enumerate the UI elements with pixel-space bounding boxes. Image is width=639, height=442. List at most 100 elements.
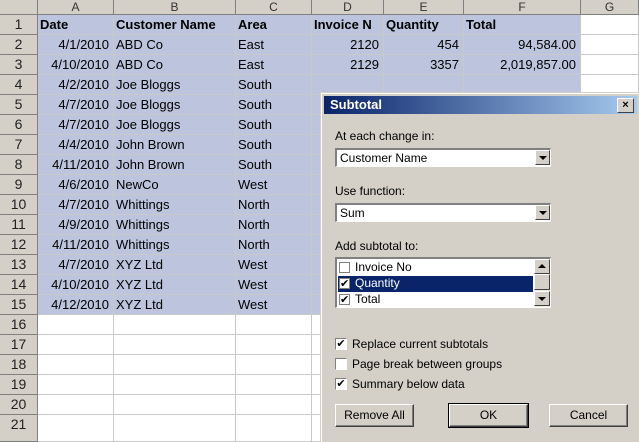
row-header[interactable]: 7 — [0, 135, 38, 155]
row-header[interactable]: 21 — [0, 415, 38, 442]
data-cell[interactable]: 4/7/2010 — [38, 95, 114, 115]
grid-cell[interactable] — [114, 315, 236, 335]
grid-cell[interactable] — [236, 415, 312, 442]
grid-cell[interactable] — [581, 55, 639, 75]
row-header[interactable]: 20 — [0, 395, 38, 415]
scroll-thumb[interactable] — [534, 274, 550, 290]
data-cell[interactable]: West — [236, 295, 312, 315]
column-header[interactable]: E — [384, 0, 464, 15]
data-cell[interactable]: 4/1/2010 — [38, 35, 114, 55]
checkbox[interactable] — [335, 358, 347, 370]
grid-cell[interactable] — [114, 415, 236, 442]
cancel-button[interactable]: Cancel — [549, 404, 628, 427]
data-cell[interactable]: Joe Bloggs — [114, 75, 236, 95]
data-cell[interactable]: XYZ Ltd — [114, 295, 236, 315]
ok-button[interactable]: OK — [448, 403, 529, 428]
scroll-up-icon[interactable] — [534, 259, 550, 274]
data-cell[interactable]: 4/11/2010 — [38, 235, 114, 255]
grid-cell[interactable] — [38, 315, 114, 335]
grid-cell[interactable] — [236, 315, 312, 335]
scroll-down-icon[interactable] — [534, 291, 550, 306]
row-header[interactable]: 6 — [0, 115, 38, 135]
data-cell[interactable]: 4/4/2010 — [38, 135, 114, 155]
data-cell[interactable]: Whittings — [114, 215, 236, 235]
data-cell[interactable]: 4/10/2010 — [38, 55, 114, 75]
checkbox[interactable]: ✔ — [335, 338, 347, 350]
data-cell[interactable]: 4/7/2010 — [38, 255, 114, 275]
grid-cell[interactable] — [114, 375, 236, 395]
grid-cell[interactable] — [581, 75, 639, 95]
grid-cell[interactable] — [38, 415, 114, 442]
checkbox[interactable]: ✔ — [339, 278, 350, 290]
header-cell[interactable]: Total — [464, 15, 581, 35]
data-cell[interactable]: 4/2/2010 — [38, 75, 114, 95]
data-cell[interactable]: XYZ Ltd — [114, 275, 236, 295]
data-cell[interactable]: South — [236, 95, 312, 115]
data-cell[interactable]: South — [236, 135, 312, 155]
data-cell[interactable]: 4/6/2010 — [38, 175, 114, 195]
column-header[interactable]: G — [581, 0, 639, 15]
row-header[interactable]: 10 — [0, 195, 38, 215]
row-header[interactable]: 17 — [0, 335, 38, 355]
grid-cell[interactable] — [581, 15, 639, 35]
chevron-down-icon[interactable] — [535, 205, 550, 220]
data-cell[interactable] — [312, 75, 384, 95]
data-cell[interactable]: XYZ Ltd — [114, 255, 236, 275]
data-cell[interactable]: 4/10/2010 — [38, 275, 114, 295]
data-cell[interactable]: 4/12/2010 — [38, 295, 114, 315]
data-cell[interactable]: John Brown — [114, 155, 236, 175]
data-cell[interactable]: 4/9/2010 — [38, 215, 114, 235]
grid-cell[interactable] — [581, 35, 639, 55]
grid-cell[interactable] — [38, 375, 114, 395]
data-cell[interactable]: South — [236, 155, 312, 175]
data-cell[interactable]: 3357 — [384, 55, 464, 75]
row-header[interactable]: 11 — [0, 215, 38, 235]
row-header[interactable]: 5 — [0, 95, 38, 115]
data-cell[interactable]: ABD Co — [114, 55, 236, 75]
data-cell[interactable]: NewCo — [114, 175, 236, 195]
row-header[interactable]: 16 — [0, 315, 38, 335]
data-cell[interactable]: 2129 — [312, 55, 384, 75]
data-cell[interactable]: 4/7/2010 — [38, 115, 114, 135]
grid-cell[interactable] — [114, 335, 236, 355]
header-cell[interactable]: Quantity — [384, 15, 464, 35]
row-header[interactable]: 9 — [0, 175, 38, 195]
header-cell[interactable]: Area — [236, 15, 312, 35]
row-header[interactable]: 8 — [0, 155, 38, 175]
column-header[interactable]: C — [236, 0, 312, 15]
dialog-title-bar[interactable]: Subtotal × — [324, 96, 637, 114]
grid-cell[interactable] — [114, 395, 236, 415]
row-header[interactable]: 2 — [0, 35, 38, 55]
column-header[interactable]: D — [312, 0, 384, 15]
grid-cell[interactable] — [236, 355, 312, 375]
chevron-down-icon[interactable] — [535, 150, 550, 165]
data-cell[interactable]: North — [236, 215, 312, 235]
row-header[interactable]: 1 — [0, 15, 38, 35]
grid-cell[interactable] — [38, 355, 114, 375]
grid-cell[interactable] — [236, 335, 312, 355]
grid-cell[interactable] — [114, 355, 236, 375]
row-header[interactable]: 13 — [0, 255, 38, 275]
checkbox[interactable]: ✔ — [339, 294, 350, 306]
data-cell[interactable]: South — [236, 115, 312, 135]
column-header[interactable]: B — [114, 0, 236, 15]
data-cell[interactable]: 2120 — [312, 35, 384, 55]
data-cell[interactable]: East — [236, 55, 312, 75]
list-item[interactable]: ✔ Quantity — [338, 276, 533, 292]
data-cell[interactable]: Whittings — [114, 195, 236, 215]
data-cell[interactable] — [464, 75, 581, 95]
add-subtotal-list[interactable]: Invoice No ✔ Quantity ✔ Total — [335, 257, 551, 308]
change-in-select[interactable]: Customer Name — [335, 148, 551, 167]
data-cell[interactable]: North — [236, 195, 312, 215]
data-cell[interactable]: West — [236, 275, 312, 295]
data-cell[interactable]: 94,584.00 — [464, 35, 581, 55]
list-item[interactable]: Invoice No — [338, 260, 533, 276]
grid-cell[interactable] — [236, 375, 312, 395]
data-cell[interactable]: 4/7/2010 — [38, 195, 114, 215]
data-cell[interactable]: West — [236, 175, 312, 195]
checkbox[interactable]: ✔ — [335, 378, 347, 390]
remove-all-button[interactable]: Remove All — [335, 404, 414, 427]
close-icon[interactable]: × — [617, 98, 634, 113]
row-header[interactable]: 15 — [0, 295, 38, 315]
list-scrollbar[interactable] — [534, 259, 550, 307]
